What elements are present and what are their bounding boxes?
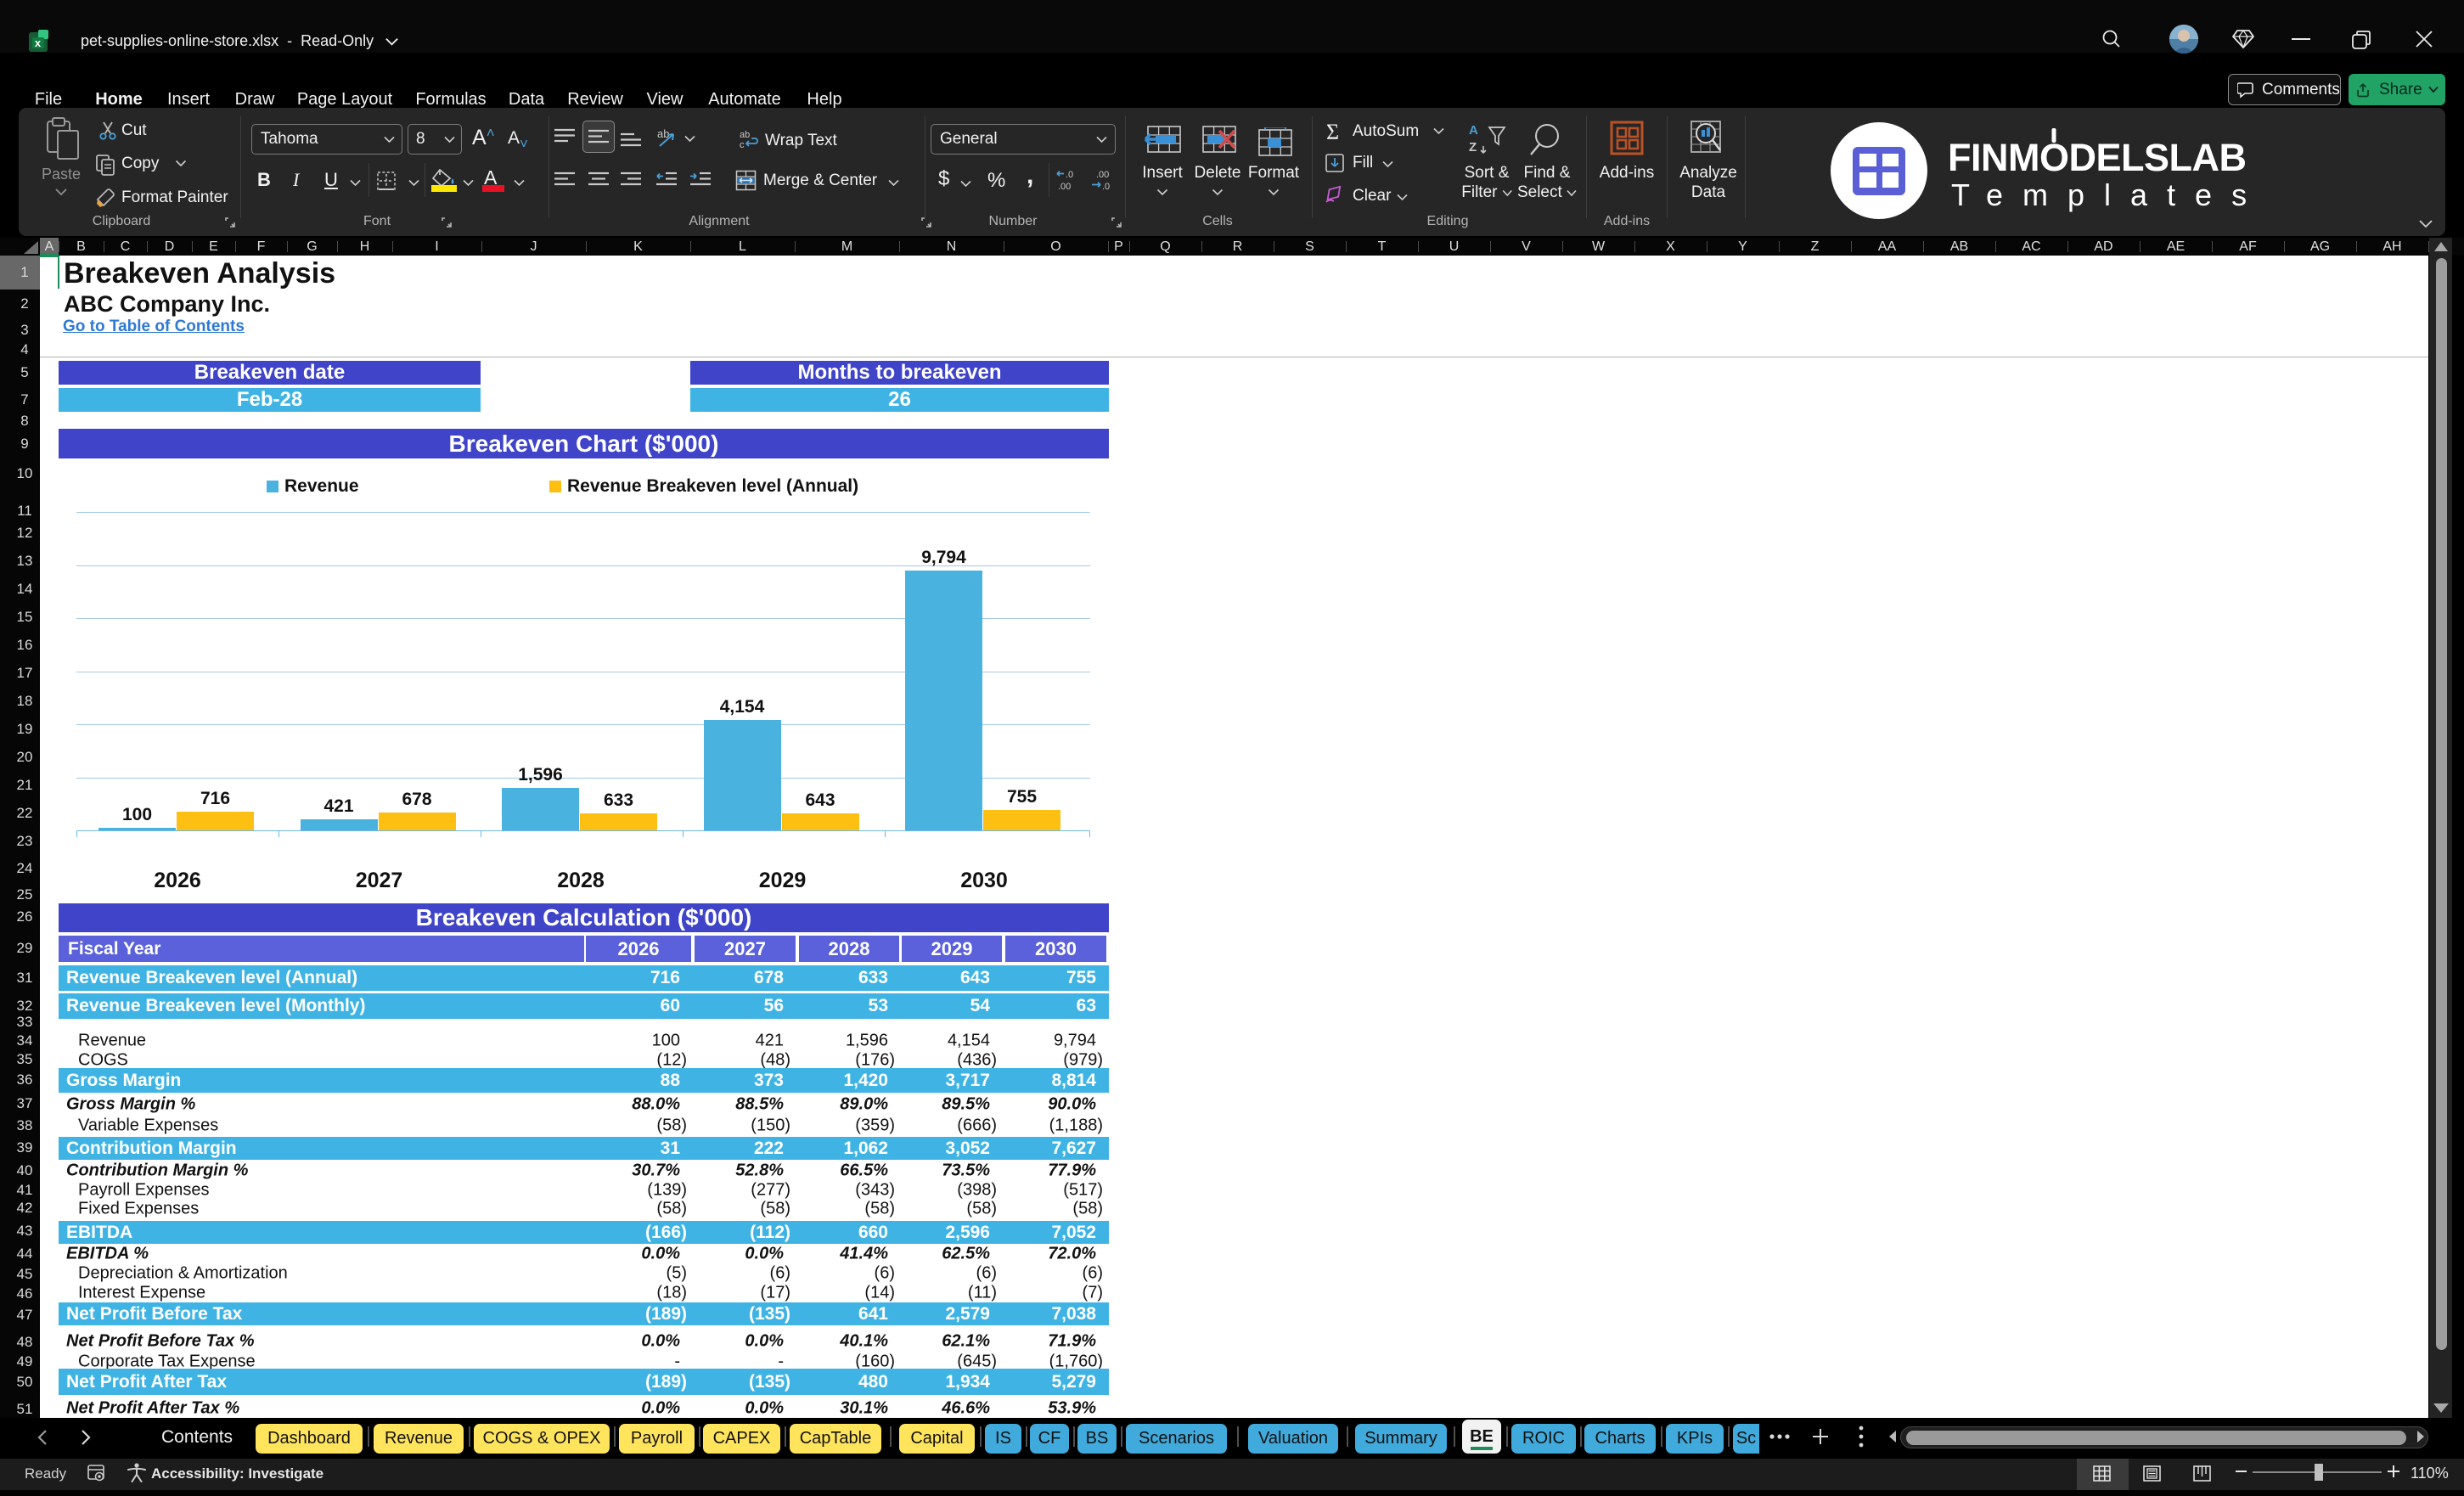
svg-text:.0: .0	[1066, 170, 1073, 180]
svg-text:Z: Z	[1469, 140, 1477, 155]
svg-text:ab: ab	[740, 130, 750, 140]
svg-text:x: x	[35, 37, 42, 49]
svg-text:.00: .00	[1096, 170, 1109, 180]
svg-text:c: c	[740, 140, 745, 149]
svg-text:A: A	[1469, 123, 1478, 138]
svg-text:.0: .0	[1102, 182, 1110, 192]
svg-text:.00: .00	[1058, 182, 1071, 192]
